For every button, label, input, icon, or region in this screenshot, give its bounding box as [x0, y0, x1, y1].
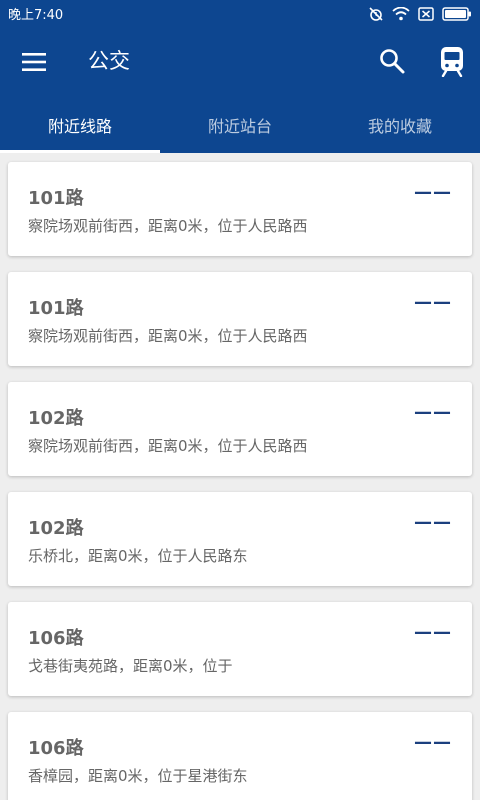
battery-icon	[442, 6, 471, 21]
tab-bar: 附近线路 附近站台 我的收藏	[0, 97, 480, 153]
route-name: 102路	[28, 408, 84, 429]
route-eta: ——	[414, 512, 452, 533]
route-eta: ——	[414, 292, 452, 313]
status-icons	[368, 6, 472, 22]
route-description: 戈巷街夷苑路，距离0米，位于	[28, 657, 233, 675]
bus-button[interactable]	[438, 45, 466, 78]
route-card[interactable]: 102路 乐桥北，距离0米，位于人民路东 ——	[8, 492, 472, 586]
route-description: 香樟园，距离0米，位于星港街东	[28, 767, 248, 785]
status-time: 晚上7:40	[8, 8, 64, 23]
page-title: 公交	[88, 49, 130, 73]
route-name: 106路	[28, 738, 84, 759]
route-card[interactable]: 106路 香樟园，距离0米，位于星港街东 ——	[8, 712, 472, 800]
menu-button[interactable]	[22, 50, 46, 74]
route-card[interactable]: 101路 察院场观前街西，距离0米，位于人民路西 ——	[8, 272, 472, 366]
search-icon	[380, 49, 405, 74]
route-description: 察院场观前街西，距离0米，位于人民路西	[28, 437, 308, 455]
tab-favorites[interactable]: 我的收藏	[320, 97, 480, 153]
wifi-icon	[392, 6, 410, 20]
tab-nearby-routes[interactable]: 附近线路	[0, 97, 160, 153]
tab-nearby-stations[interactable]: 附近站台	[160, 97, 320, 153]
route-name: 101路	[28, 298, 84, 319]
route-card[interactable]: 102路 察院场观前街西，距离0米，位于人民路西 ——	[8, 382, 472, 476]
app-bar: 公交	[0, 27, 480, 97]
tab-label: 我的收藏	[367, 117, 432, 136]
route-list[interactable]: 101路 察院场观前街西，距离0米，位于人民路西 —— 101路 察院场观前街西…	[0, 153, 480, 800]
status-bar: 晚上7:40	[0, 0, 480, 27]
route-eta: ——	[414, 402, 452, 423]
tab-label: 附近线路	[47, 117, 112, 136]
bus-icon	[441, 47, 463, 78]
tab-label: 附近站台	[207, 117, 272, 136]
route-card[interactable]: 101路 察院场观前街西，距离0米，位于人民路西 ——	[8, 162, 472, 256]
route-eta: ——	[414, 622, 452, 643]
route-name: 102路	[28, 518, 84, 539]
route-name: 106路	[28, 628, 84, 649]
route-description: 察院场观前街西，距离0米，位于人民路西	[28, 217, 308, 235]
route-description: 乐桥北，距离0米，位于人民路东	[28, 547, 248, 565]
sim-off-icon	[418, 6, 434, 21]
alarm-off-icon	[369, 6, 383, 21]
route-description: 察院场观前街西，距离0米，位于人民路西	[28, 327, 308, 345]
search-button[interactable]	[378, 47, 406, 75]
menu-icon	[22, 53, 46, 71]
route-eta: ——	[414, 182, 452, 203]
route-card[interactable]: 106路 戈巷街夷苑路，距离0米，位于 ——	[8, 602, 472, 696]
route-name: 101路	[28, 188, 84, 209]
route-eta: ——	[414, 732, 452, 753]
